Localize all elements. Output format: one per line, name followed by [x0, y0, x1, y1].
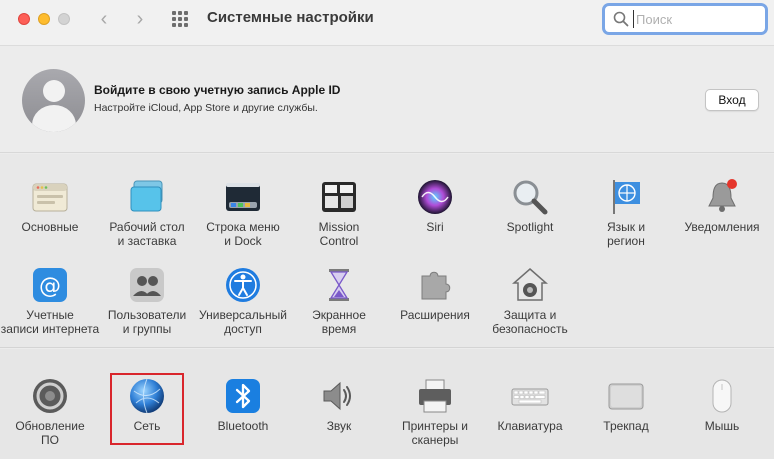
- internet-accounts-icon: @: [33, 268, 67, 302]
- forward-button[interactable]: ›: [130, 8, 150, 30]
- pane-label: Уведомления: [684, 220, 760, 234]
- mouse-icon: [712, 379, 732, 413]
- pane-label: Пользователи и группы: [107, 308, 187, 336]
- pane-label: Трекпад: [603, 419, 649, 433]
- bluetooth-icon: [226, 379, 260, 413]
- search-icon: [613, 11, 629, 27]
- avatar[interactable]: [22, 69, 85, 132]
- close-window-button[interactable]: [18, 13, 30, 25]
- spotlight-icon: [513, 180, 548, 215]
- screen-time-icon: [329, 269, 349, 301]
- pane-label: Bluetooth: [217, 419, 269, 433]
- login-button[interactable]: Вход: [705, 89, 759, 111]
- title-bar: ‹ › Системные настройки: [0, 0, 774, 46]
- siri-icon: [418, 180, 452, 214]
- preferences-section-personal: Основные Рабочий стол и заставка Строка м…: [0, 154, 774, 348]
- sound-icon: [323, 381, 351, 411]
- software-update-icon: [33, 379, 67, 413]
- notifications-icon: [708, 179, 737, 212]
- minimize-window-button[interactable]: [38, 13, 50, 25]
- pane-label: Spotlight: [506, 220, 554, 234]
- pane-label: Расширения: [400, 308, 470, 322]
- security-icon: [512, 268, 548, 301]
- desktop-icon: [130, 180, 163, 212]
- pane-label: Строка меню и Dock: [206, 220, 280, 248]
- apple-id-section: Войдите в свою учетную запись Apple ID Н…: [0, 47, 774, 153]
- show-all-grid-icon[interactable]: [172, 11, 190, 27]
- apple-id-title: Войдите в свою учетную запись Apple ID: [94, 83, 341, 97]
- keyboard-icon: [511, 388, 549, 406]
- pane-label: Клавиатура: [497, 419, 563, 433]
- apple-id-subtitle: Настройте iCloud, App Store и другие слу…: [94, 102, 318, 114]
- zoom-window-button[interactable]: [58, 13, 70, 25]
- pane-label: Универсальный доступ: [199, 308, 287, 336]
- window-title: Системные настройки: [207, 9, 374, 26]
- pane-label: Мышь: [704, 419, 740, 433]
- general-icon: [32, 183, 68, 212]
- search-field[interactable]: [602, 3, 768, 35]
- pane-label: Siri: [426, 220, 444, 234]
- trackpad-icon: [608, 383, 644, 410]
- pane-label: Принтеры и сканеры: [402, 419, 468, 447]
- language-icon: [613, 180, 640, 214]
- accessibility-icon: [226, 268, 260, 302]
- pane-label: Экранное время: [312, 308, 366, 336]
- extensions-icon: [421, 271, 451, 300]
- pane-label: Обновление ПО: [15, 419, 85, 447]
- back-button[interactable]: ‹: [94, 8, 114, 30]
- svg-text:@: @: [39, 274, 61, 299]
- pane-label: Язык и регион: [606, 220, 646, 248]
- printers-icon: [419, 379, 451, 413]
- pane-label: Рабочий стол и заставка: [109, 220, 185, 248]
- search-input[interactable]: [633, 10, 753, 28]
- pane-label: Основные: [21, 220, 79, 234]
- pane-label: Учетные записи интернета: [0, 308, 100, 336]
- pane-label: Mission Control: [318, 220, 360, 248]
- mission-control-icon: [322, 182, 356, 212]
- dock-icon: [226, 183, 260, 211]
- users-icon: [130, 268, 164, 302]
- selection-highlight: [110, 373, 184, 445]
- pane-label: Звук: [326, 419, 352, 433]
- pane-label: Защита и безопасность: [492, 308, 568, 336]
